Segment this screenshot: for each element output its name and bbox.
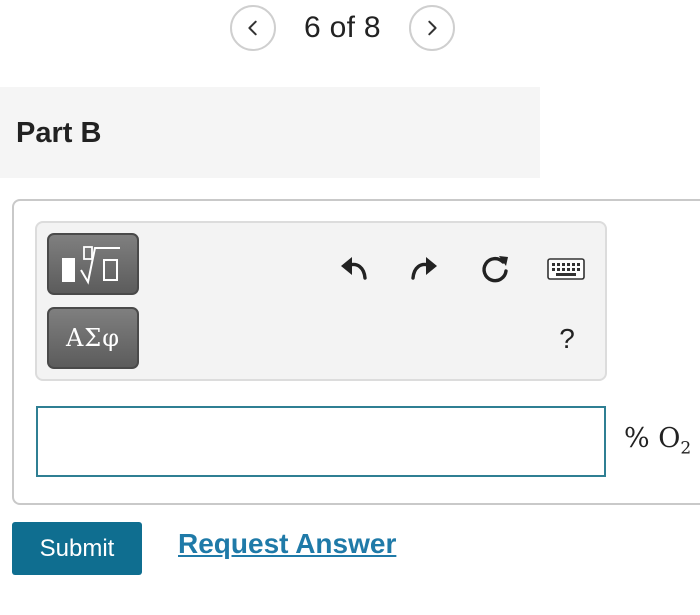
help-label: ? — [559, 323, 575, 354]
answer-panel: ΑΣφ ? % O2 — [12, 199, 700, 505]
reset-button[interactable] — [477, 251, 513, 287]
next-page-button[interactable] — [408, 4, 455, 51]
unit-prefix: % O — [624, 423, 681, 454]
greek-symbols-label: ΑΣφ — [65, 324, 121, 352]
redo-icon — [411, 257, 437, 280]
request-answer-link[interactable]: Request Answer — [178, 528, 396, 560]
part-title: Part B — [16, 117, 102, 149]
previous-page-button[interactable] — [230, 4, 276, 51]
unit-label: % O2 — [624, 423, 691, 458]
math-toolbar: ΑΣφ ? — [35, 221, 607, 381]
greek-symbols-button[interactable]: ΑΣφ — [47, 307, 139, 369]
keyboard-icon — [547, 258, 585, 280]
part-header: Part B — [0, 87, 540, 178]
submit-button[interactable]: Submit — [12, 522, 142, 575]
pagination: 6 of 8 — [230, 4, 455, 51]
page-indicator: 6 of 8 — [304, 10, 381, 44]
templates-icon — [62, 246, 120, 285]
reset-icon — [482, 256, 508, 283]
keyboard-button[interactable] — [545, 255, 587, 283]
help-button[interactable]: ? — [549, 319, 585, 359]
templates-button[interactable] — [47, 233, 139, 295]
answer-input[interactable] — [36, 406, 606, 477]
chevron-right-icon — [428, 20, 437, 35]
undo-icon — [341, 257, 367, 280]
undo-button[interactable] — [335, 251, 371, 287]
chevron-left-icon — [248, 20, 257, 35]
unit-subscript: 2 — [680, 438, 692, 459]
redo-button[interactable] — [407, 251, 443, 287]
